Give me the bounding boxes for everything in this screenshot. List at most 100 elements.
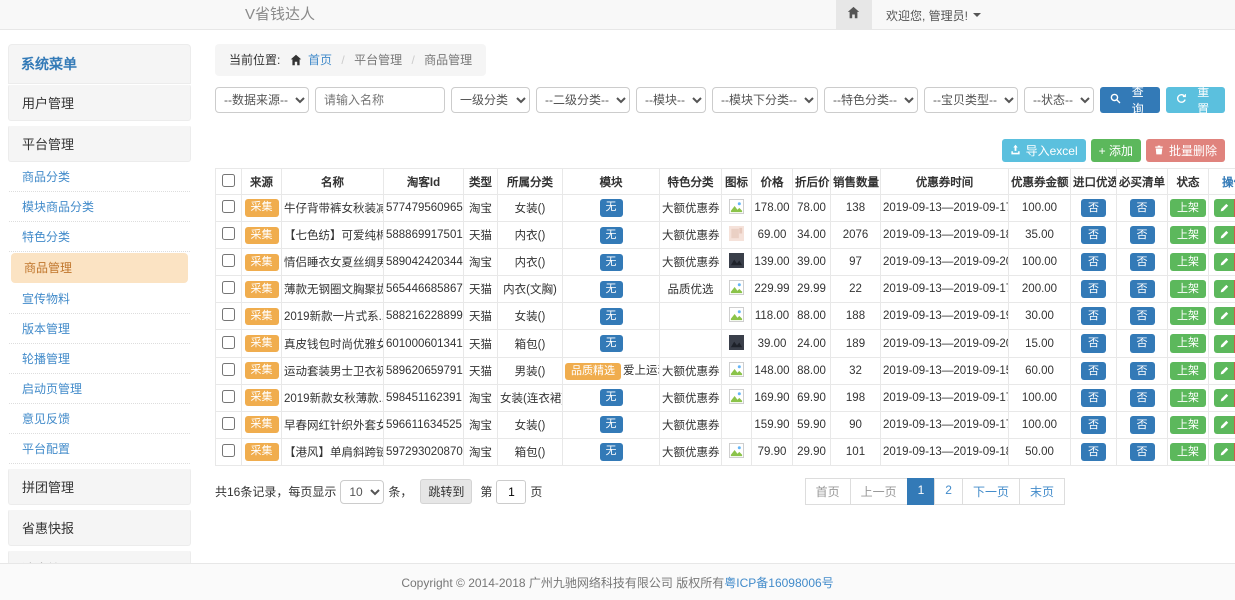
module-sub-category-select[interactable]: --模块下分类-- bbox=[712, 87, 818, 113]
sidebar-group-item[interactable]: 拼团管理 bbox=[8, 468, 191, 505]
import-select-toggle[interactable]: 否 bbox=[1081, 280, 1106, 298]
search-input[interactable] bbox=[315, 87, 445, 113]
add-button[interactable]: + 添加 bbox=[1091, 139, 1141, 162]
must-buy-toggle[interactable]: 否 bbox=[1130, 199, 1155, 217]
row-checkbox[interactable] bbox=[222, 363, 235, 376]
icp-link[interactable]: 粤ICP备16098006号 bbox=[724, 574, 833, 591]
import-excel-button[interactable]: 导入excel bbox=[1002, 139, 1086, 162]
status-toggle[interactable]: 上架 bbox=[1170, 307, 1206, 325]
import-select-toggle[interactable]: 否 bbox=[1081, 334, 1106, 352]
row-checkbox[interactable] bbox=[222, 390, 235, 403]
status-toggle[interactable]: 上架 bbox=[1170, 362, 1206, 380]
feature-category-cell: 大额优惠券 bbox=[660, 357, 722, 384]
select-all-checkbox[interactable] bbox=[222, 174, 235, 187]
status-toggle[interactable]: 上架 bbox=[1170, 389, 1206, 407]
page-button[interactable]: 末页 bbox=[1019, 478, 1065, 505]
row-checkbox[interactable] bbox=[222, 200, 235, 213]
status-toggle[interactable]: 上架 bbox=[1170, 443, 1206, 461]
per-page-select[interactable]: 10 bbox=[340, 480, 384, 504]
data-source-select[interactable]: --数据来源-- bbox=[215, 87, 309, 113]
name-cell: 情侣睡衣女夏丝绸男士... bbox=[282, 249, 384, 276]
status-toggle[interactable]: 上架 bbox=[1170, 280, 1206, 298]
page-button[interactable]: 下一页 bbox=[962, 478, 1020, 505]
row-checkbox[interactable] bbox=[222, 308, 235, 321]
batch-delete-button[interactable]: 批量删除 bbox=[1146, 139, 1225, 162]
must-buy-toggle[interactable]: 否 bbox=[1130, 389, 1155, 407]
edit-button[interactable] bbox=[1214, 226, 1234, 244]
edit-button[interactable] bbox=[1214, 199, 1234, 217]
sidebar-group-item[interactable]: 消息管理 bbox=[8, 550, 191, 563]
import-select-toggle[interactable]: 否 bbox=[1081, 253, 1106, 271]
breadcrumb-home-link[interactable]: 首页 bbox=[308, 53, 332, 67]
status-select[interactable]: --状态-- bbox=[1024, 87, 1094, 113]
sidebar-sub-item[interactable]: 宣传物料 bbox=[9, 284, 190, 314]
must-buy-toggle[interactable]: 否 bbox=[1130, 307, 1155, 325]
sidebar-sub-item[interactable]: 启动页管理 bbox=[9, 374, 190, 404]
reset-button[interactable]: 重置 bbox=[1166, 87, 1226, 113]
import-select-toggle[interactable]: 否 bbox=[1081, 199, 1106, 217]
edit-button[interactable] bbox=[1214, 416, 1234, 434]
must-buy-toggle[interactable]: 否 bbox=[1130, 253, 1155, 271]
row-select-cell bbox=[216, 222, 242, 249]
row-checkbox[interactable] bbox=[222, 336, 235, 349]
status-toggle[interactable]: 上架 bbox=[1170, 416, 1206, 434]
row-checkbox[interactable] bbox=[222, 444, 235, 457]
edit-button[interactable] bbox=[1214, 443, 1234, 461]
module-select[interactable]: --模块-- bbox=[636, 87, 706, 113]
category-cell: 箱包() bbox=[498, 438, 563, 465]
status-toggle[interactable]: 上架 bbox=[1170, 253, 1206, 271]
home-button[interactable] bbox=[836, 0, 872, 30]
sidebar-sub-item[interactable]: 平台配置 bbox=[9, 434, 190, 464]
sidebar-sub-item[interactable]: 模块商品分类 bbox=[9, 192, 190, 222]
level2-category-select[interactable]: --二级分类-- bbox=[536, 87, 630, 113]
import-select-toggle[interactable]: 否 bbox=[1081, 416, 1106, 434]
must-buy-toggle[interactable]: 否 bbox=[1130, 362, 1155, 380]
must-buy-toggle[interactable]: 否 bbox=[1130, 226, 1155, 244]
sidebar-sub-item[interactable]: 意见反馈 bbox=[9, 404, 190, 434]
page-button[interactable]: 1 bbox=[907, 478, 936, 505]
must-buy-toggle[interactable]: 否 bbox=[1130, 334, 1155, 352]
row-checkbox[interactable] bbox=[222, 281, 235, 294]
import-select-toggle[interactable]: 否 bbox=[1081, 307, 1106, 325]
row-checkbox[interactable] bbox=[222, 417, 235, 430]
must-buy-toggle[interactable]: 否 bbox=[1130, 443, 1155, 461]
must-buy-toggle[interactable]: 否 bbox=[1130, 280, 1155, 298]
sidebar-sub-item[interactable]: 特色分类 bbox=[9, 222, 190, 252]
import-select-cell: 否 bbox=[1071, 411, 1117, 438]
source-cell: 采集 bbox=[242, 222, 282, 249]
page-number-input[interactable] bbox=[496, 480, 526, 504]
column-header: 价格 bbox=[752, 169, 793, 195]
status-toggle[interactable]: 上架 bbox=[1170, 199, 1206, 217]
import-select-cell: 否 bbox=[1071, 249, 1117, 276]
edit-button[interactable] bbox=[1214, 362, 1234, 380]
must-buy-toggle[interactable]: 否 bbox=[1130, 416, 1155, 434]
edit-button[interactable] bbox=[1214, 307, 1234, 325]
jump-button[interactable]: 跳转到 bbox=[420, 479, 472, 504]
edit-button[interactable] bbox=[1214, 253, 1234, 271]
import-select-toggle[interactable]: 否 bbox=[1081, 389, 1106, 407]
row-checkbox[interactable] bbox=[222, 254, 235, 267]
feature-category-select[interactable]: --特色分类-- bbox=[824, 87, 918, 113]
user-menu[interactable]: 欢迎您, 管理员! bbox=[872, 0, 995, 30]
import-select-toggle[interactable]: 否 bbox=[1081, 362, 1106, 380]
page-button[interactable]: 2 bbox=[934, 478, 963, 505]
status-toggle[interactable]: 上架 bbox=[1170, 334, 1206, 352]
sidebar-sub-item[interactable]: 版本管理 bbox=[9, 314, 190, 344]
sidebar-group-item[interactable]: 省惠快报 bbox=[8, 509, 191, 546]
query-button[interactable]: 查询 bbox=[1100, 87, 1160, 113]
edit-button[interactable] bbox=[1214, 335, 1234, 353]
sidebar-sub-item[interactable]: 商品管理 bbox=[11, 253, 188, 283]
edit-button[interactable] bbox=[1214, 280, 1234, 298]
sidebar-group-item[interactable]: 平台管理 bbox=[8, 125, 191, 162]
sidebar-sub-item[interactable]: 轮播管理 bbox=[9, 344, 190, 374]
name-cell: 【港风】单肩斜跨链条... bbox=[282, 438, 384, 465]
status-toggle[interactable]: 上架 bbox=[1170, 226, 1206, 244]
edit-button[interactable] bbox=[1214, 389, 1234, 407]
item-type-select[interactable]: --宝贝类型-- bbox=[924, 87, 1018, 113]
level1-category-select[interactable]: 一级分类 bbox=[451, 87, 530, 113]
import-select-toggle[interactable]: 否 bbox=[1081, 443, 1106, 461]
sidebar-sub-item[interactable]: 商品分类 bbox=[9, 162, 190, 192]
row-checkbox[interactable] bbox=[222, 227, 235, 240]
sidebar-group-item[interactable]: 用户管理 bbox=[8, 84, 191, 121]
import-select-toggle[interactable]: 否 bbox=[1081, 226, 1106, 244]
